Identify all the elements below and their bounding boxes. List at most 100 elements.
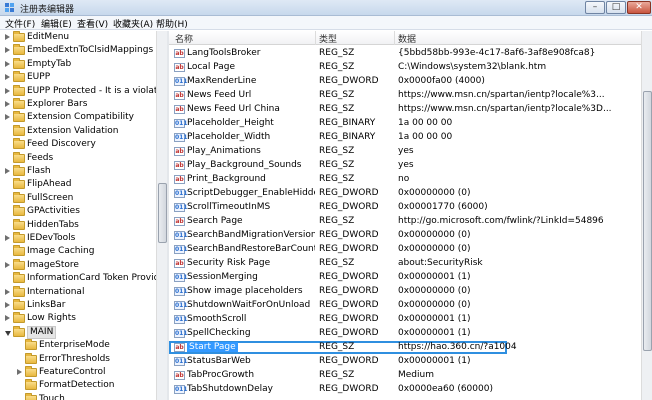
expand-triangle-icon[interactable]: [5, 168, 10, 174]
tree-item[interactable]: Feed Discovery: [0, 138, 156, 151]
expand-triangle-icon[interactable]: [5, 235, 10, 241]
value-row[interactable]: 011 Placeholder_Width REG_BINARY 1a 00 00 0…: [169, 131, 641, 144]
expand-triangle-icon[interactable]: [5, 87, 10, 94]
expand-triangle-icon[interactable]: [5, 261, 10, 268]
tree-item[interactable]: EUPP Protected - It is a violation: [0, 84, 156, 98]
binary-value-icon: 011: [174, 203, 188, 212]
close-button[interactable]: ✕: [627, 1, 651, 14]
value-row[interactable]: ab LangToolsBroker REG_SZ {5bbd58bb-993e-4c…: [169, 47, 641, 60]
tree-item[interactable]: FlipAhead: [0, 178, 156, 191]
value-row[interactable]: ab TabProcGrowth REG_SZ Medium: [169, 369, 641, 382]
value-row[interactable]: ab Play_Background_Sounds REG_SZ yes: [169, 159, 641, 172]
tree-item[interactable]: Flash: [0, 165, 156, 178]
tree-item[interactable]: LinksBar: [0, 299, 156, 312]
expand-triangle-icon[interactable]: [5, 288, 10, 295]
tree-item[interactable]: MAIN: [0, 325, 156, 339]
value-row[interactable]: 011 SearchBandMigrationVersion REG_DWORD 0x…: [169, 229, 641, 242]
tree-item[interactable]: FullScreen: [0, 191, 156, 205]
value-row[interactable]: ab Local Page REG_SZ C:\Windows\system32\bl…: [169, 61, 641, 74]
tree-item-label: Extension Validation: [27, 125, 119, 136]
value-row[interactable]: 011ScriptDebugger_EnableHidden... REG_DWO…: [169, 187, 641, 200]
column-data-header[interactable]: 数据: [398, 32, 416, 45]
tree-item[interactable]: InformationCard Token Provider: [0, 272, 156, 285]
value-row[interactable]: 011 ScrollTimeoutInMS REG_DWORD 0x00001770 …: [169, 201, 641, 214]
value-row[interactable]: ab Security Risk Page REG_SZ about:Security…: [169, 257, 641, 270]
value-row[interactable]: 011 Placeholder_Height REG_BINARY 1a 00 00 …: [169, 117, 641, 130]
value-row[interactable]: ab Print_Background REG_SZ no: [169, 173, 641, 186]
column-name-header[interactable]: 名称: [175, 32, 193, 45]
binary-value-icon: 011: [174, 315, 188, 324]
tree-item[interactable]: ImageStore: [0, 258, 156, 272]
tree-item[interactable]: Touch: [0, 392, 156, 400]
tree-item[interactable]: Extension Validation: [0, 124, 156, 138]
tree-item[interactable]: EnterpriseMode: [0, 339, 156, 352]
value-row[interactable]: 011 SpellChecking REG_DWORD 0x00000001 (1): [169, 327, 641, 340]
tree-item[interactable]: Explorer Bars: [0, 98, 156, 111]
tree-item[interactable]: FormatDetection: [0, 379, 156, 392]
folder-icon: [13, 232, 25, 243]
value-row[interactable]: ab News Feed Url REG_SZ https://www.msn.cn/…: [169, 89, 641, 102]
expand-triangle-open-icon[interactable]: [5, 330, 11, 336]
value-row[interactable]: 011 SessionMerging REG_DWORD 0x00000001 (1): [169, 271, 641, 284]
value-data: 0x00000001 (1): [398, 356, 471, 366]
list-scrollbar[interactable]: [641, 31, 652, 400]
expand-triangle-icon[interactable]: [5, 60, 10, 67]
value-row[interactable]: 011 StatusBarWeb REG_DWORD 0x00000001 (1): [169, 355, 641, 368]
tree-item[interactable]: EditMenu: [0, 31, 156, 44]
expand-triangle-icon[interactable]: [5, 302, 10, 308]
menu-view[interactable]: 查看(V): [75, 17, 110, 30]
value-row[interactable]: 011 ShutdownWaitForOnUnload REG_DWORD 0x000…: [169, 299, 641, 312]
tree-item[interactable]: EmptyTab: [0, 57, 156, 71]
expand-triangle-icon[interactable]: [5, 74, 10, 81]
tree-item[interactable]: ErrorThresholds: [0, 352, 156, 366]
value-data: 0x00000001 (1): [398, 328, 471, 338]
tree-scroll-thumb[interactable]: [158, 183, 167, 243]
tree-item[interactable]: Extension Compatibility: [0, 111, 156, 124]
value-row[interactable]: ab Search Page REG_SZ http://go.microsoft.c…: [169, 215, 641, 228]
value-row[interactable]: 011 TabShutdownDelay REG_DWORD 0x0000ea60 (…: [169, 383, 641, 396]
tree-item[interactable]: GPActivities: [0, 205, 156, 218]
tree-item[interactable]: HiddenTabs: [0, 218, 156, 232]
value-type: REG_DWORD: [319, 356, 379, 366]
value-row[interactable]: 011 SearchBandRestoreBarCount REG_DWORD 0x0…: [169, 243, 641, 256]
expand-triangle-icon[interactable]: [5, 315, 10, 322]
value-row[interactable]: 011 Show image placeholders REG_DWORD 0x000…: [169, 285, 641, 298]
tree-item[interactable]: IEDevTools: [0, 232, 156, 245]
tree-item[interactable]: Image Caching: [0, 245, 156, 258]
expand-triangle-icon[interactable]: [5, 47, 10, 54]
value-type: REG_SZ: [319, 174, 355, 184]
tree-item[interactable]: International: [0, 285, 156, 299]
tree-item[interactable]: FeatureControl: [0, 366, 156, 379]
minimize-button[interactable]: –: [585, 1, 605, 14]
tree-item[interactable]: Low Rights: [0, 312, 156, 325]
value-row[interactable]: 011 MaxRenderLine REG_DWORD 0x0000fa00 (400…: [169, 75, 641, 88]
value-row[interactable]: 011 SmoothScroll REG_DWORD 0x00000001 (1): [169, 313, 641, 326]
list-scroll-thumb[interactable]: [643, 91, 652, 351]
value-row[interactable]: ab Play_Animations REG_SZ yes: [169, 145, 641, 158]
menu-file[interactable]: 文件(F): [3, 17, 37, 30]
value-name: Local Page: [187, 61, 315, 74]
value-data: 0x00001770 (6000): [398, 202, 488, 212]
folder-icon: [25, 352, 37, 364]
tree-scrollbar[interactable]: [156, 31, 167, 400]
folder-icon: [13, 285, 25, 297]
menu-help[interactable]: 帮助(H): [154, 17, 190, 30]
expand-triangle-icon[interactable]: [5, 101, 10, 107]
tree-item[interactable]: EUPP: [0, 71, 156, 84]
expand-triangle-icon[interactable]: [5, 34, 10, 40]
folder-icon: [13, 205, 25, 217]
menu-edit[interactable]: 编辑(E): [39, 17, 74, 30]
menu-favorites[interactable]: 收藏夹(A): [111, 17, 155, 30]
value-row[interactable]: ab Start Page REG_SZ https://hao.360.cn/?a1…: [169, 341, 517, 354]
maximize-button[interactable]: □: [606, 1, 626, 14]
string-value-icon: ab: [174, 217, 185, 226]
column-separator[interactable]: [394, 31, 395, 45]
value-row[interactable]: ab News Feed Url China REG_SZ https://www.m…: [169, 103, 641, 116]
value-data: yes: [398, 146, 414, 156]
expand-triangle-icon[interactable]: [5, 114, 10, 121]
column-separator[interactable]: [315, 31, 316, 45]
tree-item[interactable]: EmbedExtnToClsidMappings: [0, 44, 156, 57]
expand-triangle-icon[interactable]: [17, 369, 22, 375]
tree-item[interactable]: Feeds: [0, 151, 156, 165]
column-type-header[interactable]: 类型: [319, 32, 337, 45]
